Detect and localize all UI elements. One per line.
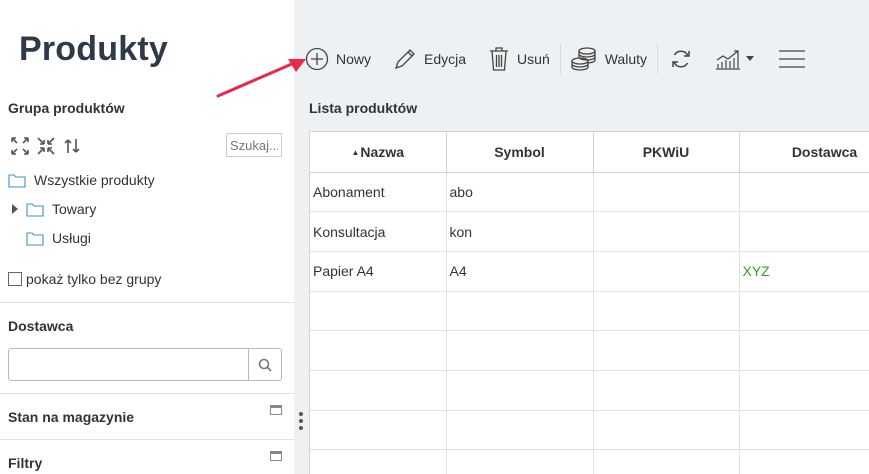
table-row[interactable]: Papier A4 A4 XYZ bbox=[310, 251, 869, 292]
refresh-button[interactable] bbox=[670, 40, 692, 78]
divider bbox=[0, 393, 294, 394]
page-title: Produkty bbox=[19, 30, 168, 68]
filters-section-title: Filtry bbox=[8, 455, 43, 471]
group-section-title: Grupa produktów bbox=[8, 100, 125, 116]
column-header-symbol[interactable]: Symbol bbox=[446, 132, 594, 173]
divider bbox=[0, 439, 294, 440]
empty-row bbox=[310, 330, 869, 371]
cell-pkwiu bbox=[593, 172, 740, 213]
empty-row bbox=[310, 370, 869, 411]
folder-icon bbox=[26, 202, 44, 217]
products-table: ▲Nazwa Symbol PKWiU Dostawca Abonament a… bbox=[310, 132, 869, 474]
column-header-supplier[interactable]: Dostawca bbox=[739, 132, 869, 173]
chart-menu-button[interactable] bbox=[714, 40, 755, 78]
only-without-group-option: pokaż tylko bez grupy bbox=[8, 271, 161, 287]
tree-search-input[interactable] bbox=[226, 133, 282, 157]
menu-button[interactable] bbox=[778, 40, 806, 78]
cell-symbol: A4 bbox=[446, 251, 594, 292]
chart-icon bbox=[716, 50, 741, 70]
tree-item-all-products[interactable]: Wszystkie produkty bbox=[8, 172, 155, 188]
cell-name: Abonament bbox=[310, 172, 447, 213]
tree-item-services[interactable]: Usługi bbox=[26, 230, 91, 246]
empty-row bbox=[310, 291, 869, 332]
tree-item-label: Usługi bbox=[52, 230, 91, 246]
column-header-name[interactable]: ▲Nazwa bbox=[310, 132, 447, 173]
table-header-row: ▲Nazwa Symbol PKWiU Dostawca bbox=[310, 132, 869, 173]
tree-tools bbox=[10, 134, 82, 158]
supplier-search-box bbox=[8, 348, 282, 381]
edit-button[interactable]: Edycja bbox=[393, 40, 466, 78]
tree-item-label: Wszystkie produkty bbox=[34, 172, 155, 188]
toolbar-separator bbox=[559, 44, 561, 74]
new-button[interactable]: Nowy bbox=[305, 40, 371, 78]
supplier-search-button[interactable] bbox=[248, 349, 281, 380]
currencies-button[interactable]: Waluty bbox=[570, 40, 647, 78]
column-header-pkwiu[interactable]: PKWiU bbox=[593, 132, 740, 173]
cell-symbol: abo bbox=[446, 172, 594, 213]
cell-pkwiu bbox=[593, 211, 740, 252]
sort-ascending-icon: ▲ bbox=[351, 147, 360, 157]
toolbar: Nowy Edycja Usuń Waluty bbox=[305, 40, 806, 78]
divider bbox=[0, 302, 294, 303]
edit-button-label: Edycja bbox=[424, 51, 467, 67]
trash-icon bbox=[490, 47, 509, 71]
empty-row bbox=[310, 410, 869, 451]
expand-arrow-icon[interactable] bbox=[11, 203, 19, 215]
expand-all-icon[interactable] bbox=[10, 136, 30, 156]
cell-supplier bbox=[739, 172, 869, 213]
folder-icon bbox=[26, 231, 44, 246]
table-row[interactable]: Konsultacja kon bbox=[310, 211, 869, 252]
new-button-label: Nowy bbox=[336, 51, 372, 67]
list-title: Lista produktów bbox=[309, 100, 418, 116]
empty-row bbox=[310, 449, 869, 474]
cell-supplier bbox=[739, 211, 869, 252]
annotation-arrow-icon bbox=[216, 59, 306, 98]
chevron-down-icon bbox=[746, 56, 755, 61]
collapse-all-icon[interactable] bbox=[36, 136, 56, 156]
supplier-section-title: Dostawca bbox=[8, 318, 74, 334]
column-header-label: Nazwa bbox=[360, 143, 404, 160]
products-grid: ▲Nazwa Symbol PKWiU Dostawca Abonament a… bbox=[309, 131, 869, 474]
delete-button-label: Usuń bbox=[517, 51, 550, 67]
currencies-button-label: Waluty bbox=[604, 51, 648, 67]
reset-tree-icon[interactable] bbox=[62, 136, 82, 156]
cell-supplier-link[interactable]: XYZ bbox=[739, 251, 869, 292]
only-without-group-label: pokaż tylko bez grupy bbox=[26, 271, 162, 287]
cell-symbol: kon bbox=[446, 211, 594, 252]
table-row[interactable]: Abonament abo bbox=[310, 172, 869, 213]
refresh-icon bbox=[672, 50, 690, 68]
search-icon bbox=[258, 358, 272, 372]
only-without-group-checkbox[interactable] bbox=[8, 272, 22, 286]
tree-item-goods[interactable]: Towary bbox=[26, 201, 96, 217]
stock-section-title: Stan na magazynie bbox=[8, 409, 135, 425]
cell-pkwiu bbox=[593, 251, 740, 292]
cell-name: Konsultacja bbox=[310, 211, 447, 252]
pencil-icon bbox=[394, 49, 415, 70]
hamburger-icon bbox=[779, 50, 806, 68]
cell-name: Papier A4 bbox=[310, 251, 447, 292]
supplier-input[interactable] bbox=[9, 349, 248, 380]
splitter-handle-icon[interactable] bbox=[299, 412, 303, 433]
tree-item-label: Towary bbox=[52, 201, 97, 217]
window-toggle-icon[interactable] bbox=[270, 451, 282, 461]
delete-button[interactable]: Usuń bbox=[488, 40, 550, 78]
coins-icon bbox=[571, 47, 596, 71]
folder-icon bbox=[8, 173, 26, 188]
window-toggle-icon[interactable] bbox=[270, 405, 282, 415]
toolbar-separator bbox=[657, 44, 659, 74]
